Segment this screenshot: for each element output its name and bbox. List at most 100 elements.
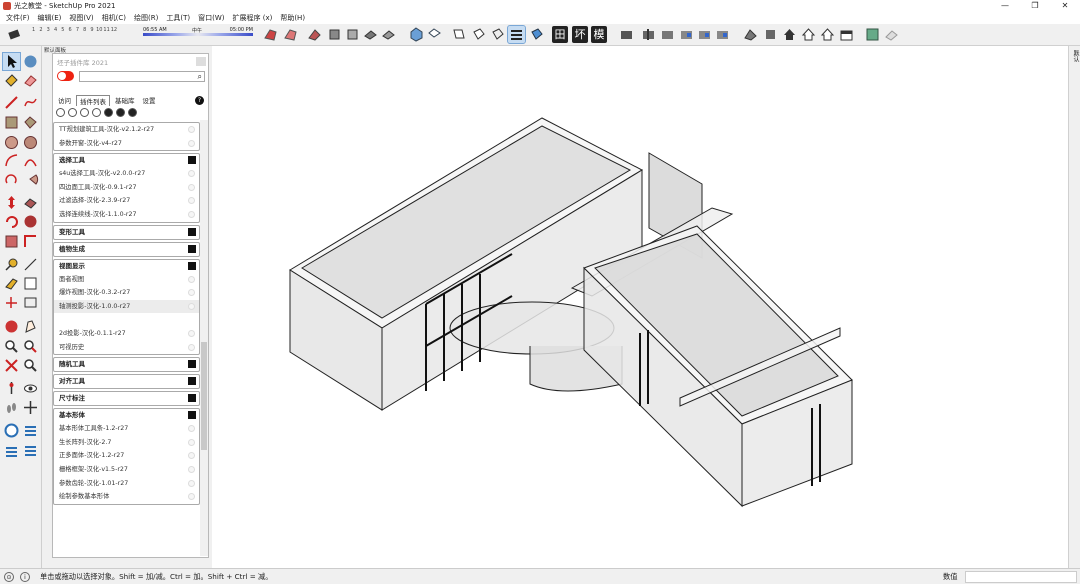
shaded-icon[interactable] — [344, 26, 361, 43]
plugin-item[interactable]: 参数开窗-汉化-v4-r27 — [54, 137, 199, 151]
component-icon[interactable] — [22, 53, 39, 70]
paint-bucket-icon[interactable] — [3, 72, 20, 89]
section-planes-icon[interactable] — [714, 26, 731, 43]
hidden-line-icon[interactable] — [326, 26, 343, 43]
collapse-icon[interactable] — [188, 411, 196, 420]
position-camera-icon[interactable] — [3, 380, 20, 397]
front-view-icon[interactable] — [450, 26, 467, 43]
back-edges-icon[interactable] — [282, 26, 299, 43]
tab-visit[interactable]: 访问 — [55, 95, 74, 106]
plugin-item[interactable]: 选择连续线-汉化-1.1.0-r27 — [54, 208, 199, 222]
expand-icon[interactable] — [188, 244, 196, 253]
menu-camera[interactable]: 相机(C) — [98, 13, 130, 23]
plugin-item[interactable]: 过滤选择-汉化-2.3.9-r27 — [54, 194, 199, 208]
group-header[interactable]: 对齐工具 — [54, 375, 199, 388]
walk-icon[interactable] — [3, 399, 20, 416]
maximize-button[interactable]: ❐ — [1020, 0, 1050, 12]
plugin-item[interactable]: 正多面体-汉化-1.2-r27 — [54, 449, 199, 463]
push-pull-icon[interactable] — [22, 194, 39, 211]
plugin-item[interactable]: 绘制参数基本形体 — [54, 490, 199, 504]
text-icon[interactable] — [22, 275, 39, 292]
home-icon[interactable] — [781, 26, 798, 43]
warehouse-icon[interactable] — [742, 26, 759, 43]
panel-close-icon[interactable] — [196, 57, 206, 66]
zoom-icon[interactable] — [3, 338, 20, 355]
geo-location-icon[interactable]: ⊙ — [4, 572, 14, 582]
shadow-time-slider[interactable]: 06:55 AM 中午 05:00 PM — [143, 27, 253, 39]
stop-icon[interactable] — [128, 108, 137, 117]
zoom-window-icon[interactable] — [22, 338, 39, 355]
section-plane-tool-icon[interactable] — [22, 399, 39, 416]
plugin-button-1[interactable]: 田 — [552, 26, 568, 43]
plugin-item[interactable]: s4u选择工具-汉化-v2.0.0-r27 — [54, 167, 199, 181]
menu-window[interactable]: 窗口(W) — [194, 13, 228, 23]
section-cut-icon[interactable] — [678, 26, 695, 43]
freehand-icon[interactable] — [22, 94, 39, 111]
three-point-arc-icon[interactable] — [3, 171, 20, 188]
plugin-item[interactable]: 参数齿轮-汉化-1.01-r27 — [54, 477, 199, 491]
follow-me-icon[interactable] — [22, 213, 39, 230]
house-icon[interactable] — [800, 26, 817, 43]
eraser-icon[interactable] — [22, 72, 39, 89]
plugin-item[interactable]: 爆炸视图-汉化-0.3.2-r27 — [54, 286, 199, 300]
plugin-item[interactable]: 2d投影-汉化-0.1.1-r27 — [54, 327, 199, 341]
house-outline-icon[interactable] — [819, 26, 836, 43]
arc-icon[interactable] — [3, 152, 20, 169]
section-fill-icon[interactable] — [659, 26, 676, 43]
display-section-icon[interactable] — [696, 26, 713, 43]
tab-plugin-list[interactable]: 插件列表 — [76, 95, 110, 106]
info-icon[interactable]: i — [20, 572, 30, 582]
right-tray-collapsed[interactable]: 默认 — [1068, 46, 1080, 568]
minimize-button[interactable]: — — [990, 0, 1020, 12]
panel-scrollbar[interactable] — [200, 120, 208, 556]
monochrome-icon[interactable] — [380, 26, 397, 43]
rectangle-icon[interactable] — [3, 114, 20, 131]
group-header[interactable]: 基本形体 — [54, 409, 199, 422]
tab-base-library[interactable]: 基础库 — [112, 95, 138, 106]
previous-view-icon[interactable] — [22, 357, 39, 374]
eraser-extension-icon[interactable] — [883, 26, 900, 43]
rotate-icon[interactable] — [3, 213, 20, 230]
look-around-icon[interactable] — [22, 380, 39, 397]
polygon-icon[interactable] — [22, 134, 39, 151]
menu-extensions[interactable]: 扩展程序 (x) — [228, 13, 276, 23]
expand-icon[interactable] — [188, 360, 196, 369]
axes-icon[interactable] — [3, 294, 20, 311]
hidden-line-style-icon[interactable] — [507, 25, 526, 44]
menu-help[interactable]: 帮助(H) — [276, 13, 309, 23]
iso-view-icon[interactable] — [408, 26, 425, 43]
plugin-item[interactable]: 可视历史 — [54, 341, 199, 355]
expand-icon[interactable] — [188, 377, 196, 386]
model-viewport[interactable] — [212, 46, 1068, 568]
wireframe-icon[interactable] — [306, 26, 323, 43]
protractor-icon[interactable] — [3, 275, 20, 292]
shadow-month-slider[interactable]: 1 2 3 4 5 6 7 8 9 10 11 12 — [30, 27, 118, 33]
shadow-toggle-icon[interactable] — [6, 26, 23, 43]
right-view-icon[interactable] — [470, 26, 487, 43]
group-header[interactable]: 植物生成 — [54, 243, 199, 256]
plugin-toggle-switch[interactable] — [57, 71, 74, 81]
plugin-item[interactable]: 生长阵列-汉化-2.7 — [54, 436, 199, 450]
shaded-textures-icon[interactable] — [362, 26, 379, 43]
expand-icon[interactable] — [188, 227, 196, 236]
folder-icon[interactable] — [104, 108, 113, 117]
scale-icon[interactable] — [3, 233, 20, 250]
orbit-icon[interactable] — [3, 318, 20, 335]
settings-icon[interactable] — [92, 108, 101, 117]
help-icon[interactable]: ? — [195, 96, 204, 105]
menu-draw[interactable]: 绘图(R) — [130, 13, 162, 23]
tape-measure-icon[interactable] — [3, 256, 20, 273]
plugin-button-3[interactable]: 模 — [591, 26, 607, 43]
plugin-search-input[interactable]: ⌕ — [79, 71, 205, 82]
extension-icon[interactable] — [864, 26, 881, 43]
xray-icon[interactable] — [262, 26, 279, 43]
zoom-extents-icon[interactable] — [3, 357, 20, 374]
pan-icon[interactable] — [22, 318, 39, 335]
plugin-item[interactable]: 基本形体工具条-1.2-r27 — [54, 422, 199, 436]
circle-icon[interactable] — [3, 134, 20, 151]
search-icon[interactable]: ⌕ — [198, 72, 202, 82]
camera-icon[interactable] — [618, 26, 635, 43]
menu-tools[interactable]: 工具(T) — [162, 13, 194, 23]
group-header[interactable]: 视图显示 — [54, 260, 199, 273]
group-header[interactable]: 变形工具 — [54, 226, 199, 239]
